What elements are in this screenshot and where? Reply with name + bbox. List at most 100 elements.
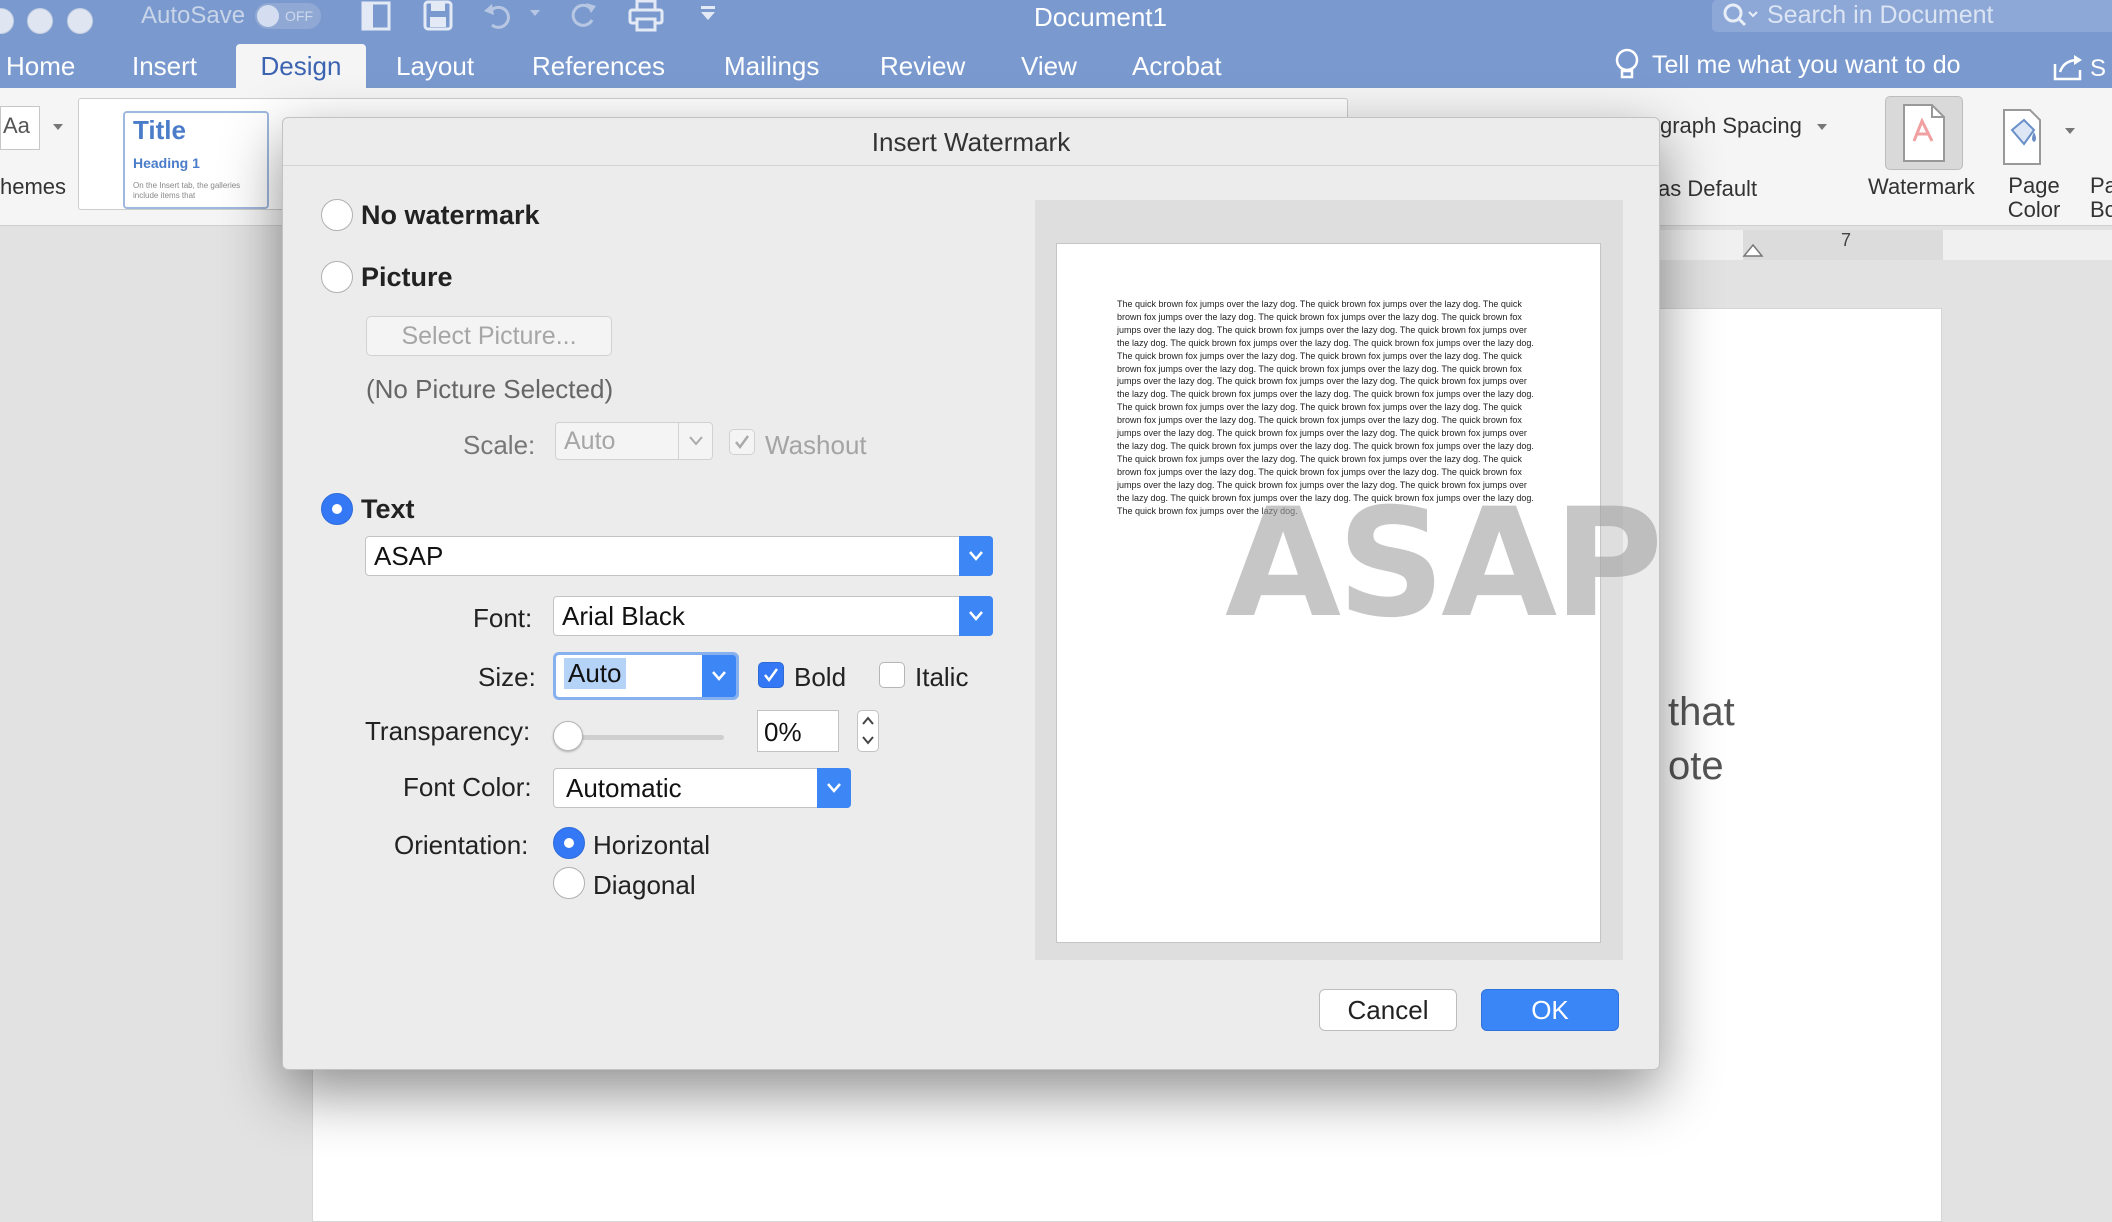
picture-radio[interactable] [321, 261, 353, 293]
orientation-label: Orientation: [394, 830, 529, 860]
paragraph-spacing-dropdown-icon[interactable] [1816, 122, 1828, 132]
horizontal-radio[interactable] [553, 827, 585, 859]
transparency-slider-knob[interactable] [553, 721, 583, 751]
font-color-dropdown-button[interactable] [817, 768, 851, 808]
themes-label: hemes [0, 174, 67, 199]
undo-dropdown-icon[interactable] [528, 6, 542, 20]
no-watermark-radio[interactable] [321, 199, 353, 231]
page-borders-label: Pa Bo [2090, 173, 2112, 222]
autosave-state: OFF [285, 8, 313, 24]
ribbon-tab-bar: Home Insert Design Layout References Mai… [0, 44, 2112, 88]
themes-dropdown-icon[interactable] [52, 122, 64, 132]
autosave-toggle[interactable]: OFF [255, 3, 321, 29]
page-color-dropdown-icon[interactable] [2064, 126, 2076, 136]
chevron-down-icon [968, 550, 984, 562]
tab-view[interactable]: View [1021, 44, 1077, 88]
title-bar: AutoSave OFF Document1 Search in Documen… [0, 0, 2112, 44]
search-field[interactable]: Search in Document [1712, 0, 2112, 32]
preview-watermark-text: ASAP [1225, 477, 1663, 651]
indent-marker-icon[interactable] [1742, 244, 1764, 260]
themes-button[interactable]: Aa [0, 106, 40, 150]
bold-checkbox[interactable] [758, 662, 784, 688]
font-dropdown-button[interactable] [959, 596, 993, 636]
horizontal-label[interactable]: Horizontal [593, 830, 710, 861]
horizontal-ruler[interactable]: 7 [1620, 230, 2112, 260]
set-as-default-label[interactable]: as Default [1658, 176, 1757, 202]
redo-icon[interactable] [566, 0, 600, 32]
minimize-window-button[interactable] [27, 8, 53, 34]
tab-layout[interactable]: Layout [396, 44, 474, 88]
insert-watermark-dialog: Insert Watermark No watermark Picture Se… [282, 117, 1663, 1070]
chevron-down-icon [688, 435, 704, 447]
scale-dropdown-button[interactable] [678, 423, 713, 459]
text-combo[interactable]: ASAP [365, 536, 993, 576]
scale-combo[interactable]: Auto [555, 422, 713, 460]
font-combo[interactable]: Arial Black [553, 596, 993, 636]
text-dropdown-button[interactable] [959, 536, 993, 576]
text-radio[interactable] [321, 493, 353, 525]
italic-label[interactable]: Italic [915, 662, 968, 693]
watermark-icon [1900, 103, 1948, 163]
size-dropdown-button[interactable] [702, 655, 736, 697]
transparency-label: Transparency: [365, 716, 531, 746]
document-body-text[interactable]: that ote [1668, 685, 1735, 793]
tab-home[interactable]: Home [6, 44, 75, 88]
picture-label[interactable]: Picture [361, 262, 453, 293]
page-color-icon[interactable] [2000, 108, 2056, 168]
themes-icon-text: Aa [3, 113, 30, 138]
tab-references[interactable]: References [532, 44, 665, 88]
text-option-label[interactable]: Text [361, 494, 415, 525]
share-icon[interactable]: S [2052, 52, 2112, 82]
stepper-down-icon[interactable] [861, 734, 875, 746]
print-icon[interactable] [628, 0, 664, 32]
tab-insert[interactable]: Insert [132, 44, 197, 88]
stepper-up-icon[interactable] [861, 715, 875, 727]
search-placeholder: Search in Document [1767, 1, 1994, 29]
style-title-text: Title [133, 115, 186, 145]
lightbulb-icon [1612, 47, 1642, 83]
save-icon[interactable] [422, 0, 456, 32]
font-value: Arial Black [562, 601, 685, 631]
washout-checkbox[interactable] [729, 429, 755, 455]
ok-button[interactable]: OK [1481, 989, 1619, 1031]
tab-design[interactable]: Design [236, 44, 366, 88]
size-label: Size: [478, 662, 536, 692]
bold-label[interactable]: Bold [794, 662, 846, 693]
checkmark-icon [762, 666, 780, 684]
zoom-window-button[interactable] [67, 8, 93, 34]
document-title: Document1 [1034, 2, 1167, 32]
scale-value: Auto [564, 427, 616, 455]
tab-mailings[interactable]: Mailings [724, 44, 819, 88]
transparency-stepper[interactable] [857, 710, 879, 752]
size-combo[interactable]: Auto [553, 652, 739, 700]
document-line: that [1668, 690, 1735, 734]
cancel-button[interactable]: Cancel [1319, 989, 1457, 1031]
autosave-label: AutoSave [141, 2, 246, 29]
transparency-value: 0% [764, 717, 802, 747]
chevron-down-icon [826, 782, 842, 794]
sidebar-view-icon[interactable] [360, 0, 394, 32]
watermark-button[interactable] [1885, 96, 1963, 170]
tab-acrobat[interactable]: Acrobat [1132, 44, 1222, 88]
svg-text:S: S [2090, 55, 2106, 82]
diagonal-radio[interactable] [553, 867, 585, 899]
transparency-input[interactable]: 0% [757, 710, 839, 752]
preview-page: The quick brown fox jumps over the lazy … [1056, 243, 1663, 943]
tab-review[interactable]: Review [880, 44, 965, 88]
font-color-combo[interactable]: Automatic [553, 768, 851, 808]
washout-label[interactable]: Washout [765, 430, 867, 461]
text-value: ASAP [374, 541, 444, 571]
no-watermark-label[interactable]: No watermark [361, 200, 540, 231]
watermark-label: Watermark [1868, 174, 1975, 199]
italic-checkbox[interactable] [879, 662, 905, 688]
select-picture-button[interactable]: Select Picture... [366, 316, 612, 356]
undo-icon[interactable] [482, 0, 516, 32]
customize-toolbar-icon[interactable] [698, 4, 718, 24]
ruler-mark: 7 [1841, 230, 1852, 250]
close-window-button[interactable] [0, 8, 14, 34]
paragraph-spacing-label[interactable]: graph Spacing [1660, 113, 1802, 139]
search-icon [1722, 2, 1762, 30]
style-set-title[interactable]: Title Heading 1 On the Insert tab, the g… [123, 111, 269, 209]
diagonal-label[interactable]: Diagonal [593, 870, 696, 901]
style-heading-text: Heading 1 [133, 155, 200, 171]
